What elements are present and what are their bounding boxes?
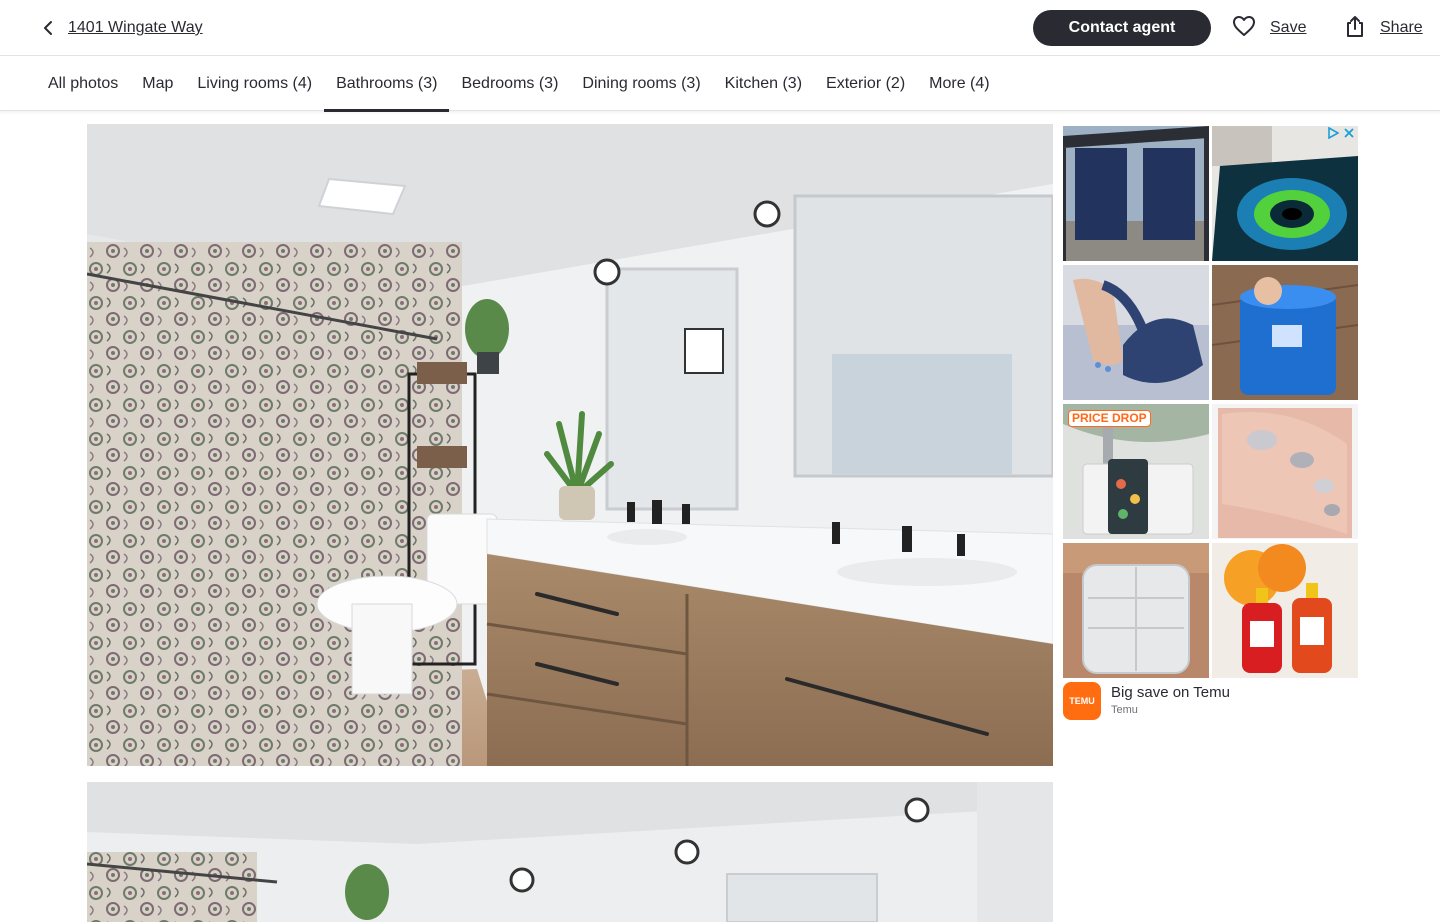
- ad-product-nail-polish[interactable]: [1212, 404, 1358, 539]
- ad-choices[interactable]: [1327, 126, 1355, 140]
- listing-photo[interactable]: [87, 124, 1053, 766]
- tab-exterior[interactable]: Exterior (2): [814, 56, 917, 111]
- ad-product-sink-mat[interactable]: PRICE DROP: [1063, 404, 1209, 539]
- temu-logo: TEMU: [1063, 682, 1101, 720]
- temu-ad[interactable]: PRICE DROP TEMU Big save on Temu Temu: [1063, 125, 1359, 725]
- tab-dining-rooms[interactable]: Dining rooms (3): [570, 56, 712, 111]
- temu-logo-text: TEMU: [1069, 696, 1095, 706]
- tab-kitchen[interactable]: Kitchen (3): [713, 56, 814, 111]
- ad-product-ice-bath[interactable]: [1212, 265, 1358, 400]
- share-button[interactable]: Share: [1344, 14, 1423, 42]
- ad-product-car-mattress[interactable]: [1063, 543, 1209, 678]
- chevron-left-icon: [38, 18, 58, 38]
- save-label: Save: [1270, 19, 1307, 36]
- adchoices-icon[interactable]: [1327, 126, 1340, 140]
- ad-brand: Temu: [1111, 704, 1138, 716]
- ad-footer[interactable]: TEMU Big save on Temu Temu: [1063, 682, 1359, 722]
- top-bar: 1401 Wingate Way Contact agent Save Shar…: [0, 0, 1440, 56]
- listing-address[interactable]: 1401 Wingate Way: [68, 19, 203, 37]
- back-link[interactable]: 1401 Wingate Way: [38, 14, 203, 42]
- photo-category-tabs: All photos Map Living rooms (4) Bathroom…: [0, 56, 1440, 112]
- ad-product-rug[interactable]: [1212, 126, 1358, 261]
- listing-photo[interactable]: [87, 782, 1053, 922]
- contact-agent-button[interactable]: Contact agent: [1033, 10, 1211, 46]
- ad-product-grid: PRICE DROP: [1063, 125, 1359, 679]
- ad-product-sauce-bottles[interactable]: [1212, 543, 1358, 678]
- tab-living-rooms[interactable]: Living rooms (4): [185, 56, 324, 111]
- share-label: Share: [1380, 19, 1423, 36]
- tab-bedrooms[interactable]: Bedrooms (3): [449, 56, 570, 111]
- share-icon: [1344, 14, 1366, 43]
- ad-product-sandals[interactable]: [1063, 265, 1209, 400]
- close-ad-icon[interactable]: [1343, 126, 1355, 138]
- ad-product-curtains[interactable]: [1063, 126, 1209, 261]
- tab-more[interactable]: More (4): [917, 56, 1001, 111]
- heart-icon: [1232, 15, 1256, 42]
- tab-all-photos[interactable]: All photos: [36, 56, 130, 111]
- tab-bathrooms[interactable]: Bathrooms (3): [324, 56, 450, 112]
- price-drop-badge: PRICE DROP: [1068, 410, 1151, 427]
- tab-map[interactable]: Map: [130, 56, 185, 111]
- ad-title[interactable]: Big save on Temu: [1111, 684, 1230, 701]
- save-button[interactable]: Save: [1232, 14, 1306, 42]
